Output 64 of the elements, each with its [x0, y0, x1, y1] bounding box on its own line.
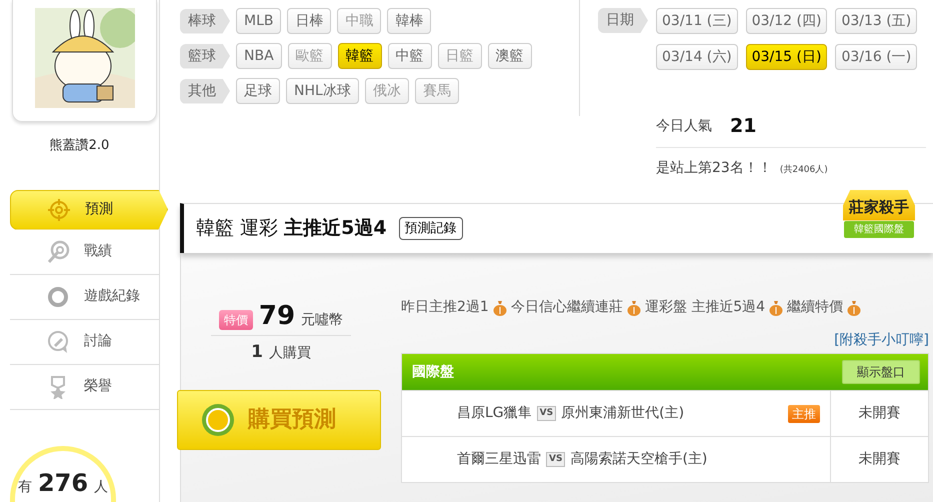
nav-item[interactable]: 戰績 — [10, 230, 160, 274]
money-bag-icon — [847, 300, 862, 316]
filter-button[interactable]: 中籃 — [388, 43, 432, 69]
category-label: 其他 — [180, 78, 230, 104]
popularity-value: 21 — [730, 114, 756, 139]
badge-subtitle: 韓籃國際盤 — [844, 220, 914, 238]
popularity-label: 今日人氣 — [656, 116, 712, 136]
home-team: 原州東浦新世代(主) — [561, 404, 684, 423]
online-suffix: 人 — [94, 478, 108, 497]
nav-item[interactable]: 討論 — [10, 320, 160, 364]
match-status: 未開賽 — [858, 404, 902, 423]
date-label: 日期 — [598, 8, 648, 33]
nav-item[interactable]: 預測 — [10, 190, 168, 230]
filter-button[interactable]: NHL冰球 — [286, 78, 359, 104]
rank-total: (共2406人) — [780, 164, 828, 176]
ring-icon — [46, 284, 70, 308]
filter-button[interactable]: 足球 — [236, 78, 280, 104]
message-text: 昨日主推2過1 — [401, 298, 489, 317]
nav-item[interactable]: 榮譽 — [10, 364, 160, 410]
date-button[interactable]: 03/11 (三) — [656, 8, 738, 34]
message-text: 繼續特價 — [787, 298, 844, 317]
money-bag-icon — [492, 300, 507, 316]
filter-button[interactable]: 韓棒 — [387, 8, 432, 34]
message-text: 運彩盤 主推近5過4 — [644, 298, 766, 317]
category-label: 籃球 — [180, 44, 230, 68]
buyer-label: 人購買 — [268, 344, 311, 363]
category-label: 棒球 — [180, 8, 230, 34]
filter-button[interactable]: NBA — [236, 43, 282, 69]
featured-tag: 主推 — [788, 404, 820, 422]
money-bag-icon — [769, 300, 784, 316]
filter-button[interactable]: 澳籃 — [488, 43, 532, 69]
home-team: 高陽索諾天空槍手(主) — [570, 450, 708, 469]
filter-button[interactable]: 韓籃 — [338, 43, 382, 69]
record-button[interactable]: 預測記錄 — [398, 216, 463, 240]
price-unit: 元噓幣 — [301, 311, 344, 330]
money-bag-icon — [626, 300, 641, 316]
show-odds-button[interactable]: 顯示盤口 — [842, 360, 920, 384]
badge-title: 莊家殺手 — [843, 190, 915, 220]
seal-icon — [200, 402, 236, 438]
nav-item[interactable]: 遊戲紀錄 — [10, 274, 160, 320]
vs-tag: VS — [546, 452, 566, 468]
header-title: 韓籃 運彩 主推近5過4 — [196, 216, 387, 242]
table-title: 國際盤 — [412, 362, 454, 382]
date-button[interactable]: 03/13 (五) — [835, 8, 918, 34]
away-team: 昌原LG獵隼 — [457, 404, 532, 423]
price-value: 79 — [258, 303, 296, 329]
chat-icon — [46, 330, 70, 354]
message-text: 今日信心繼續連莊 — [510, 298, 623, 317]
online-prefix: 有 — [18, 478, 32, 497]
date-button[interactable]: 03/16 (一) — [835, 44, 918, 70]
buyer-count: 1 — [251, 341, 263, 364]
match-status: 未開賽 — [858, 450, 902, 469]
vs-tag: VS — [536, 406, 556, 422]
date-button[interactable]: 03/15 (日) — [746, 44, 828, 70]
filter-button[interactable]: MLB — [236, 8, 282, 34]
date-button[interactable]: 03/14 (六) — [656, 44, 738, 70]
tips-link[interactable]: [附殺手小叮嚀] — [834, 330, 929, 351]
filter-button[interactable]: 日棒 — [287, 8, 332, 34]
online-count: 276 — [38, 468, 88, 499]
rank-text: 是站上第23名！！ — [656, 158, 772, 178]
special-price-tag: 特價 — [218, 310, 253, 330]
date-button[interactable]: 03/12 (四) — [746, 8, 828, 34]
username: 熊蓋讚2.0 — [48, 137, 110, 155]
away-team: 首爾三星迅雷 — [457, 450, 541, 469]
